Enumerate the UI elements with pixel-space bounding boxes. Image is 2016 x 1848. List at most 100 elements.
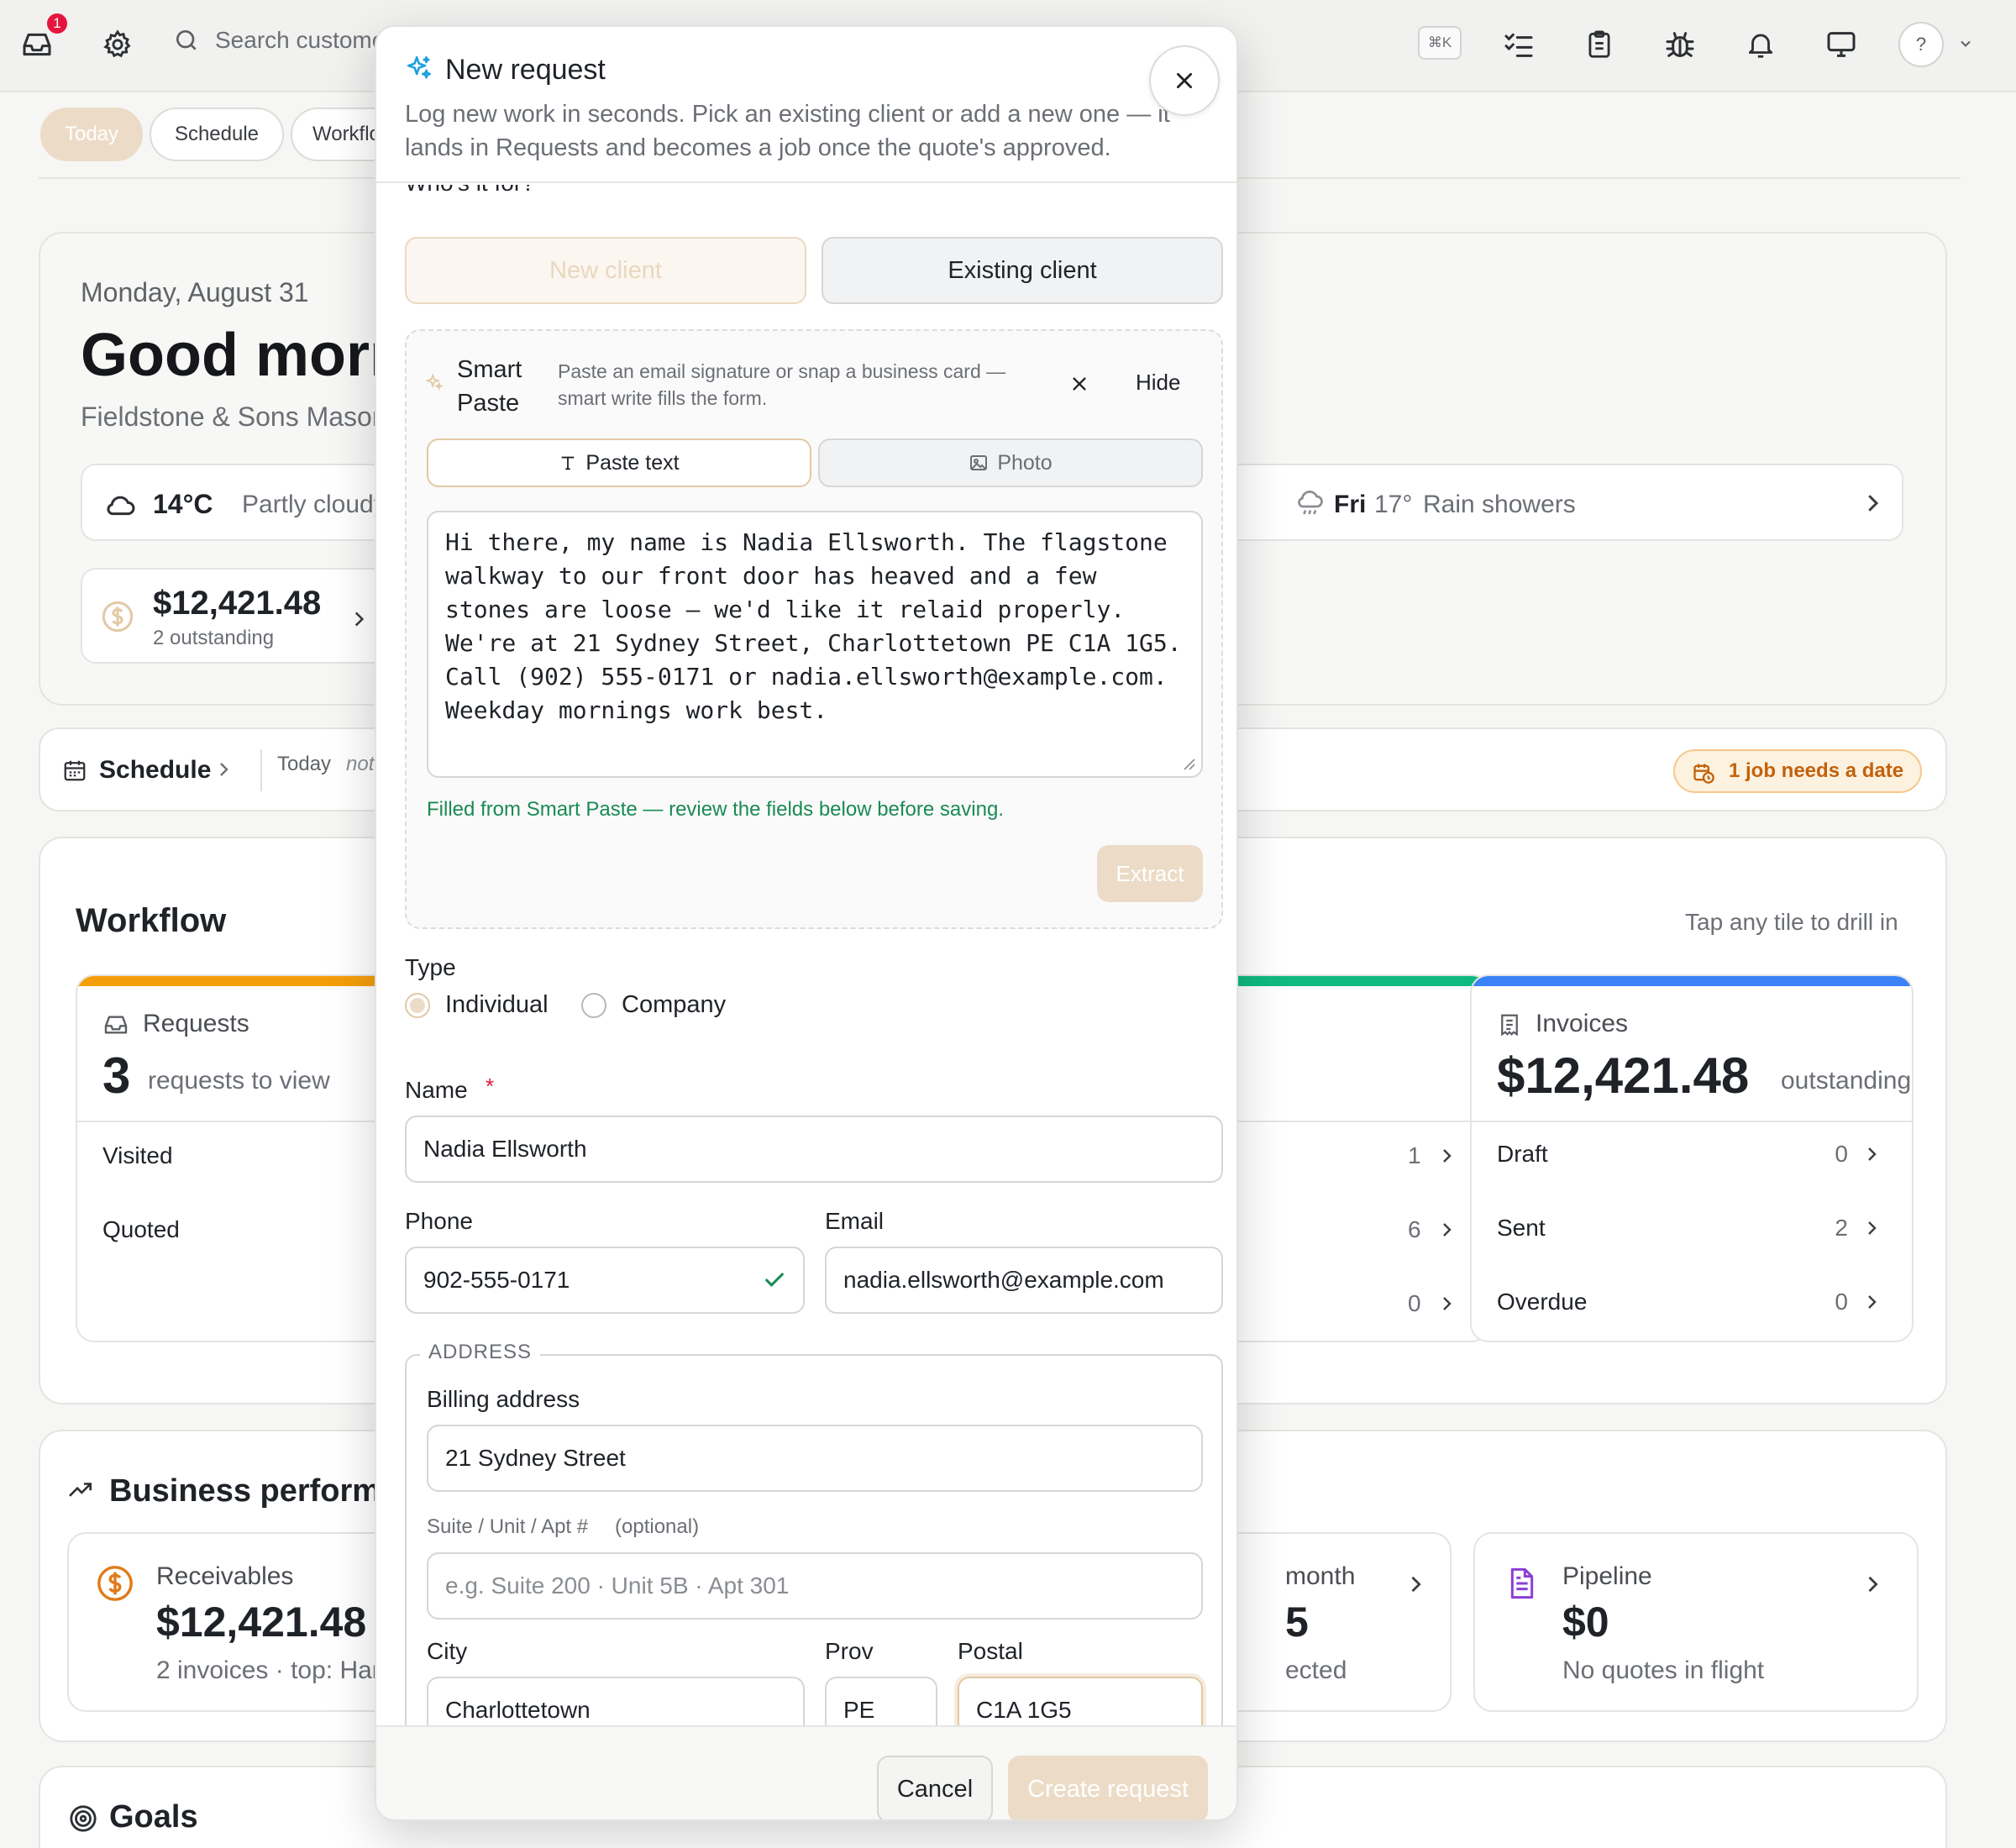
hero-date: Monday, August 31 (81, 277, 309, 307)
row-label: Sent (1497, 1215, 1546, 1241)
radio-selected[interactable] (405, 992, 430, 1018)
who-label: Who's it for? (405, 185, 535, 197)
paste-text-tab[interactable]: Paste text (427, 438, 811, 487)
shortcut-hint: ⌘K (1418, 26, 1462, 60)
type-company-option[interactable]: Company (581, 991, 726, 1019)
hero-company: Fieldstone & Sons Masonry (81, 402, 410, 432)
billing-address-field[interactable]: 21 Sydney Street (427, 1425, 1203, 1492)
month-caption: ected (1285, 1656, 1347, 1684)
required-mark: * (486, 1074, 495, 1099)
type-individual-option[interactable]: Individual (405, 991, 549, 1019)
workflow-title: Workflow (76, 902, 227, 939)
trending-up-icon (67, 1478, 94, 1500)
chevron-right-icon[interactable] (1440, 1220, 1453, 1240)
dismiss-icon[interactable] (1070, 375, 1089, 393)
text-icon (562, 456, 575, 470)
checklist-icon[interactable] (1495, 21, 1542, 68)
close-button[interactable] (1149, 45, 1220, 116)
needs-date-badge[interactable]: 1 job needs a date (1673, 749, 1923, 793)
pipeline-caption: No quotes in flight (1562, 1656, 1765, 1684)
suite-optional: (optional) (615, 1515, 700, 1538)
sparkle-icon (405, 54, 433, 82)
suite-field[interactable]: e.g. Suite 200 · Unit 5B · Apt 301 (427, 1552, 1203, 1620)
workflow-hint: Tap any tile to drill in (1685, 909, 1898, 935)
invoices-row-sent[interactable]: Sent 2 (1497, 1215, 1878, 1242)
resize-handle-icon[interactable] (1179, 754, 1196, 771)
name-field[interactable]: Nadia Ellsworth (405, 1116, 1223, 1183)
schedule-title: Schedule (99, 756, 212, 784)
schedule-today: Today (277, 753, 332, 775)
search-bar[interactable]: Search customers (173, 27, 405, 54)
phone-value: 902-555-0171 (423, 1267, 570, 1293)
invoices-row-overdue[interactable]: Overdue 0 (1497, 1289, 1878, 1315)
create-request-button[interactable]: Create request (1008, 1756, 1208, 1819)
chevron-right-icon (1868, 1221, 1877, 1235)
email-label: Email (825, 1208, 885, 1234)
photo-tab[interactable]: Photo (818, 438, 1203, 487)
document-icon (1505, 1564, 1539, 1603)
city-field[interactable]: Charlottetown (427, 1677, 805, 1725)
row-count: 2 (1835, 1215, 1848, 1241)
jobs-count: 0 (1408, 1290, 1421, 1316)
clipboard-icon[interactable] (1576, 21, 1623, 68)
pipeline-tile[interactable]: Pipeline $0 No quotes in flight (1473, 1532, 1919, 1712)
bell-icon[interactable] (1737, 21, 1784, 68)
email-field[interactable]: nadia.ellsworth@example.com (825, 1247, 1223, 1314)
modal-title: New request (445, 54, 606, 86)
invoices-tile[interactable]: Invoices $12,421.48 outstanding Draft 0 … (1470, 974, 1914, 1342)
cancel-button[interactable]: Cancel (877, 1756, 993, 1819)
extract-button[interactable]: Extract (1097, 845, 1203, 902)
new-client-button[interactable]: New client (405, 237, 806, 304)
prov-field[interactable]: PE (825, 1677, 937, 1725)
monitor-icon[interactable] (1818, 21, 1865, 68)
row-count: 0 (1835, 1141, 1848, 1167)
invoices-label: Invoices (1536, 1010, 1629, 1037)
gear-icon[interactable] (94, 21, 141, 68)
modal-header: New request Log new work in seconds. Pic… (376, 27, 1236, 183)
help-button[interactable]: ? (1898, 22, 1944, 67)
smart-paste-textarea[interactable]: Hi there, my name is Nadia Ellsworth. Th… (427, 511, 1203, 778)
bug-icon[interactable] (1656, 21, 1704, 68)
phone-field[interactable]: 902-555-0171 (405, 1247, 805, 1314)
weather-temp: 14°C (153, 489, 213, 519)
receivables-amount: $12,421.48 (156, 1599, 367, 1646)
outstanding-amount: $12,421.48 (153, 585, 322, 622)
jobs-count: 1 (1408, 1142, 1421, 1168)
row-label: Draft (1497, 1141, 1548, 1167)
modal-footer: Cancel Create request (376, 1725, 1236, 1819)
receivables-label: Receivables (156, 1562, 294, 1590)
prov-label: Prov (825, 1638, 874, 1664)
target-icon (69, 1804, 97, 1833)
requests-row-visited[interactable]: Visited (102, 1142, 173, 1169)
chevron-down-icon[interactable] (1957, 35, 1974, 52)
suite-label: Suite / Unit / Apt # (427, 1515, 589, 1538)
invoices-row-draft[interactable]: Draft 0 (1497, 1141, 1878, 1168)
invoices-caption: outstanding (1781, 1067, 1912, 1095)
postal-label: Postal (958, 1638, 1023, 1664)
jobs-count: 6 (1408, 1216, 1421, 1242)
city-label: City (427, 1638, 468, 1664)
month-value: 5 (1285, 1599, 1309, 1646)
type-company-label: Company (622, 991, 727, 1018)
divider (260, 749, 262, 791)
dollar-icon (101, 600, 134, 633)
radio-unselected[interactable] (581, 992, 606, 1018)
name-label: Name (405, 1077, 468, 1103)
outstanding-card[interactable]: $12,421.48 2 outstanding (81, 568, 417, 664)
tab-today[interactable]: Today (40, 108, 143, 161)
forecast-temp: 17° (1374, 491, 1413, 518)
check-icon (765, 1273, 784, 1287)
smart-paste-desc: Paste an email signature or snap a busin… (558, 360, 1006, 409)
type-label: Type (405, 954, 456, 980)
requests-row-quoted[interactable]: Quoted (102, 1216, 180, 1243)
existing-client-button[interactable]: Existing client (822, 237, 1223, 304)
receipt-icon (1497, 1011, 1522, 1038)
chevron-right-icon[interactable] (1440, 1294, 1453, 1314)
tab-schedule[interactable]: Schedule (150, 108, 284, 161)
hide-button[interactable]: Hide (1136, 370, 1180, 396)
image-icon (970, 455, 988, 470)
chevron-right-icon[interactable] (1440, 1146, 1453, 1166)
postal-field[interactable]: C1A 1G5 (958, 1677, 1203, 1725)
rain-icon (1295, 489, 1326, 519)
modal-body: Who's it for? New client Existing client… (376, 185, 1236, 1725)
